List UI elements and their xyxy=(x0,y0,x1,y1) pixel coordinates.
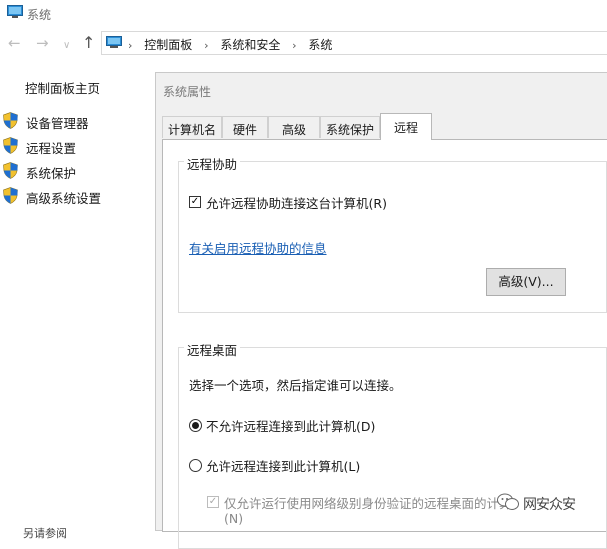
tab-advanced[interactable]: 高级 xyxy=(268,116,320,138)
breadcrumb: › 控制面板 › 系统和安全 › 系统 xyxy=(128,36,332,53)
tab-strip: 计算机名 硬件 高级 系统保护 远程 xyxy=(162,113,602,140)
sidebar-item-label: 高级系统设置 xyxy=(26,191,102,206)
window-title: 系统 xyxy=(27,8,52,22)
group-title: 远程协助 xyxy=(184,154,241,173)
deny-remote-label[interactable]: 不允许远程连接到此计算机(D) xyxy=(206,416,375,435)
deny-remote-radio[interactable] xyxy=(189,419,202,432)
nla-label-shortcut: (N) xyxy=(224,511,244,526)
chat-bubble-icon xyxy=(497,493,519,510)
sidebar-item-label: 设备管理器 xyxy=(26,116,89,131)
see-also-heading: 另请参阅 xyxy=(23,527,67,540)
address-input[interactable]: › 控制面板 › 系统和安全 › 系统 xyxy=(101,31,607,55)
sidebar-item-label: 系统保护 xyxy=(26,166,77,181)
shield-icon xyxy=(3,162,18,179)
control-panel-icon xyxy=(106,36,122,48)
group-title: 远程桌面 xyxy=(184,340,241,359)
watermark-text: 网安众安 xyxy=(523,497,576,513)
remote-assistance-info-link[interactable]: 有关启用远程协助的信息 xyxy=(189,238,327,257)
tab-computer-name[interactable]: 计算机名 xyxy=(162,116,222,138)
remote-assistance-group: 远程协助 ✓ 允许远程协助连接这台计算机(R) 有关启用远程协助的信息 高级(V… xyxy=(178,154,607,313)
shield-icon xyxy=(3,137,18,154)
instruction-text: 选择一个选项，然后指定谁可以连接。 xyxy=(189,378,402,393)
watermark: 网安众安 xyxy=(497,492,607,516)
control-panel-home-link[interactable]: 控制面板主页 xyxy=(25,78,100,97)
shield-icon xyxy=(3,112,18,129)
advanced-button[interactable]: 高级(V)... xyxy=(486,268,566,296)
dialog-title: 系统属性 xyxy=(163,85,212,99)
shield-icon xyxy=(3,187,18,204)
sidebar-item-device-manager[interactable]: 设备管理器 xyxy=(3,111,148,133)
breadcrumb-separator-icon[interactable]: › xyxy=(128,39,132,52)
sidebar: 控制面板主页 设备管理器 远程设置 系统保护 高级系统设置 xyxy=(0,72,150,531)
breadcrumb-separator-icon[interactable]: › xyxy=(292,39,296,52)
allow-remote-radio[interactable] xyxy=(189,459,202,472)
breadcrumb-control-panel[interactable]: 控制面板 xyxy=(144,38,192,52)
sidebar-item-remote-settings[interactable]: 远程设置 xyxy=(3,136,148,158)
address-bar: ← → ∨ ↑ › 控制面板 › 系统和安全 › 系统 xyxy=(0,30,607,60)
nla-label: 仅允许运行使用网络级别身份验证的远程桌面的计算 xyxy=(224,496,512,511)
remote-tab-panel: 远程协助 ✓ 允许远程协助连接这台计算机(R) 有关启用远程协助的信息 高级(V… xyxy=(162,139,607,549)
forward-arrow-icon[interactable]: → xyxy=(36,34,49,52)
title-bar: 系统 xyxy=(0,0,607,28)
computer-icon xyxy=(7,5,23,18)
tab-system-protection[interactable]: 系统保护 xyxy=(320,116,380,138)
breadcrumb-separator-icon[interactable]: › xyxy=(204,39,208,52)
sidebar-item-system-protection[interactable]: 系统保护 xyxy=(3,161,148,183)
allow-remote-assistance-label[interactable]: 允许远程协助连接这台计算机(R) xyxy=(206,193,387,212)
remote-desktop-group: 远程桌面 选择一个选项，然后指定谁可以连接。 不允许远程连接到此计算机(D) 允… xyxy=(178,340,607,549)
up-arrow-icon[interactable]: ↑ xyxy=(82,34,95,52)
system-properties-dialog: 系统属性 计算机名 硬件 高级 系统保护 远程 远程协助 ✓ 允许远程协助连接这… xyxy=(155,72,607,549)
tab-hardware[interactable]: 硬件 xyxy=(222,116,268,138)
recent-locations-chevron-icon[interactable]: ∨ xyxy=(63,37,70,55)
tab-remote[interactable]: 远程 xyxy=(380,113,432,140)
sidebar-item-advanced-settings[interactable]: 高级系统设置 xyxy=(3,186,148,208)
breadcrumb-system-security[interactable]: 系统和安全 xyxy=(220,38,280,52)
back-arrow-icon[interactable]: ← xyxy=(8,34,21,52)
breadcrumb-system[interactable]: 系统 xyxy=(308,38,332,52)
allow-remote-label[interactable]: 允许远程连接到此计算机(L) xyxy=(206,456,360,475)
nla-checkbox[interactable]: ✓ xyxy=(207,496,219,508)
sidebar-item-label: 远程设置 xyxy=(26,141,77,156)
allow-remote-assistance-checkbox[interactable]: ✓ xyxy=(189,196,201,208)
